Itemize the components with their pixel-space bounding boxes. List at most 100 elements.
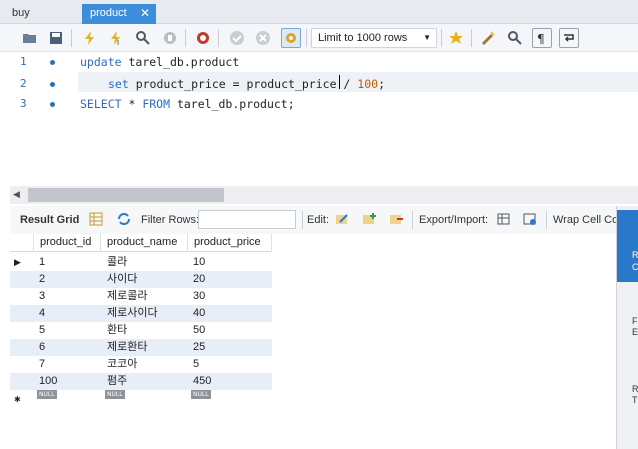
table-cell[interactable]: 코코아 <box>107 356 137 373</box>
table-cell[interactable]: 5 <box>193 356 199 373</box>
rollback-icon[interactable] <box>253 28 273 48</box>
tab-label: buy <box>12 7 30 19</box>
code-line-2[interactable]: set product_price = product_price / 100; <box>108 77 385 91</box>
table-cell[interactable]: 25 <box>193 339 205 356</box>
table-row[interactable]: 5 환타 50 <box>10 322 272 339</box>
code-line-1[interactable]: update tarel_db.product <box>80 55 239 69</box>
row-header[interactable]: ▶ <box>10 254 34 271</box>
row-header[interactable] <box>10 322 34 339</box>
filter-rows-input[interactable] <box>198 210 296 229</box>
result-grid-tab[interactable]: Result Grid <box>20 214 79 226</box>
table-cell[interactable]: 사이다 <box>107 271 137 288</box>
table-cell[interactable]: 40 <box>193 305 205 322</box>
save-icon[interactable] <box>46 28 66 48</box>
find-icon[interactable] <box>505 28 525 48</box>
table-cell[interactable]: 콜라 <box>107 254 127 271</box>
code-line-3[interactable]: SELECT * FROM tarel_db.product; <box>80 97 295 111</box>
table-row[interactable]: 2 사이다 20 <box>10 271 272 288</box>
close-tab-icon[interactable]: ✕ <box>140 4 150 22</box>
import-icon[interactable] <box>522 211 538 227</box>
filter-rows-label: Filter Rows: <box>141 214 200 226</box>
table-cell[interactable]: 2 <box>39 271 45 288</box>
table-row[interactable]: 3 제로콜라 30 <box>10 288 272 305</box>
explain-icon[interactable] <box>133 28 153 48</box>
table-cell[interactable]: 환타 <box>107 322 127 339</box>
table-row[interactable]: 4 제로사이다 40 <box>10 305 272 322</box>
row-header[interactable] <box>10 356 34 373</box>
column-header-product-id[interactable]: product_id <box>34 234 101 252</box>
keyword: update <box>80 55 122 69</box>
row-header[interactable] <box>10 305 34 322</box>
line-number: 3 <box>20 97 27 110</box>
sql-editor[interactable]: 1 update tarel_db.product 2 set product_… <box>0 52 638 184</box>
table-cell[interactable]: 30 <box>193 288 205 305</box>
table-row[interactable]: ▶ 1 콜라 10 <box>10 254 272 271</box>
row-header[interactable] <box>10 339 34 356</box>
scrollbar-thumb[interactable] <box>28 188 224 202</box>
open-file-icon[interactable] <box>20 28 40 48</box>
add-snippet-icon[interactable] <box>446 28 466 48</box>
toolbar-divider <box>71 29 72 47</box>
table-cell[interactable]: 3 <box>39 288 45 305</box>
autocommit-toggle-icon[interactable] <box>281 28 301 48</box>
toggle-error-stop-icon[interactable] <box>193 28 213 48</box>
statement-marker-icon <box>50 102 55 107</box>
column-header-product-price[interactable]: product_price <box>188 234 272 252</box>
word-wrap-icon[interactable] <box>559 28 579 48</box>
refresh-icon[interactable] <box>116 211 132 227</box>
export-icon[interactable] <box>496 211 512 227</box>
row-header[interactable] <box>10 288 34 305</box>
result-grid[interactable]: product_id product_name product_price ▶ 1… <box>10 234 272 404</box>
table-cell[interactable]: 5 <box>39 322 45 339</box>
table-cell[interactable]: 7 <box>39 356 45 373</box>
edit-row-icon[interactable] <box>334 211 350 227</box>
row-header[interactable] <box>10 373 34 390</box>
table-cell[interactable]: 6 <box>39 339 45 356</box>
number-literal: 100 <box>357 77 379 91</box>
statement-marker-icon <box>50 60 55 65</box>
table-cell[interactable]: 10 <box>193 254 205 271</box>
insert-row-icon[interactable] <box>361 211 377 227</box>
edit-label: Edit: <box>307 214 330 226</box>
panel-label: E <box>632 327 638 337</box>
code-text: ; <box>378 77 385 91</box>
code-text: tarel_db.product <box>121 55 240 69</box>
export-import-label: Export/Import: <box>419 214 489 226</box>
table-cell[interactable]: 제로환타 <box>107 339 147 356</box>
table-cell[interactable]: 450 <box>193 373 211 390</box>
table-cell[interactable]: 펌주 <box>107 373 127 390</box>
new-row[interactable]: ✱ NULL NULL NULL <box>10 390 272 404</box>
null-badge: NULL <box>191 390 211 399</box>
toolbar-divider <box>302 211 303 229</box>
table-row[interactable]: 7 코코아 5 <box>10 356 272 373</box>
sql-editor-toolbar: I Limit to 1000 rows ▼ ¶ <box>0 24 638 52</box>
table-row[interactable]: 100 펌주 450 <box>10 373 272 390</box>
result-toolbar: Result Grid Filter Rows: Edit: Export/Im… <box>10 206 638 234</box>
scroll-left-icon[interactable]: ◀ <box>13 189 20 200</box>
editor-horizontal-scrollbar[interactable]: ◀ <box>10 186 638 204</box>
execute-icon[interactable] <box>80 28 100 48</box>
commit-icon[interactable] <box>227 28 247 48</box>
execute-statement-icon[interactable]: I <box>106 28 126 48</box>
grid-layout-icon[interactable] <box>88 211 104 227</box>
stop-icon[interactable] <box>160 28 180 48</box>
tab-label: product <box>90 7 127 19</box>
tab-product[interactable]: product ✕ <box>82 4 156 24</box>
table-cell[interactable]: 제로콜라 <box>107 288 147 305</box>
table-row[interactable]: 6 제로환타 25 <box>10 339 272 356</box>
wrap-cell-content-label[interactable]: Wrap Cell Con <box>553 214 624 226</box>
toolbar-divider <box>218 29 219 47</box>
table-cell[interactable]: 100 <box>39 373 57 390</box>
table-cell[interactable]: 20 <box>193 271 205 288</box>
tab-buy[interactable]: buy <box>4 4 74 24</box>
row-limit-select[interactable]: Limit to 1000 rows ▼ <box>311 28 437 48</box>
row-header[interactable] <box>10 271 34 288</box>
beautify-icon[interactable] <box>478 28 498 48</box>
table-cell[interactable]: 4 <box>39 305 45 322</box>
invisible-chars-icon[interactable]: ¶ <box>532 28 552 48</box>
delete-row-icon[interactable] <box>388 211 404 227</box>
table-cell[interactable]: 제로사이다 <box>107 305 158 322</box>
table-cell[interactable]: 50 <box>193 322 205 339</box>
column-header-product-name[interactable]: product_name <box>101 234 188 252</box>
table-cell[interactable]: 1 <box>39 254 45 271</box>
